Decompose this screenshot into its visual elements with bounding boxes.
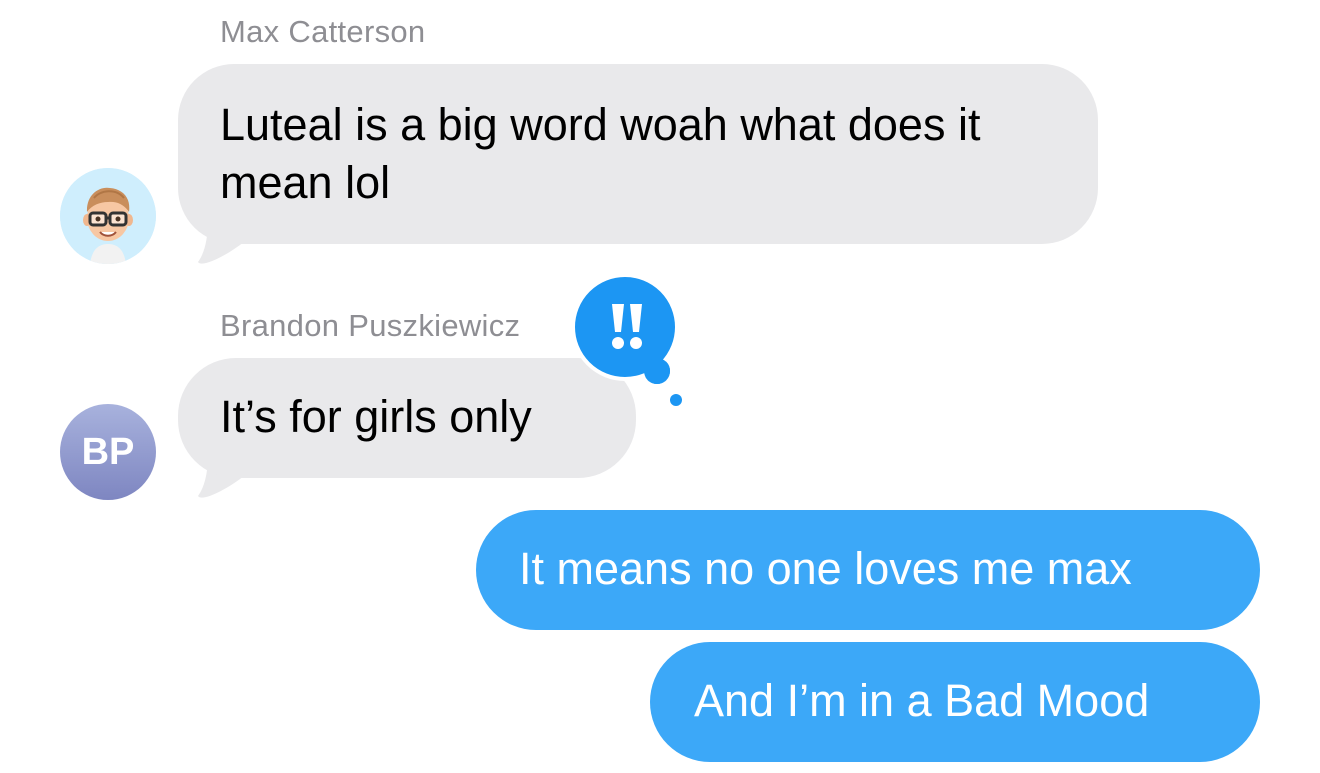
avatar-initials: BP <box>81 430 135 473</box>
message-bubble[interactable]: Luteal is a big word woah what does it m… <box>178 64 1098 244</box>
sender-name: Max Catterson <box>220 14 426 49</box>
message-text: It’s for girls only <box>220 391 532 442</box>
memoji-icon <box>60 168 156 264</box>
exclamation-tapback-icon[interactable] <box>560 270 700 410</box>
initials-avatar[interactable]: BP <box>60 404 156 500</box>
message-text: Luteal is a big word woah what does it m… <box>220 99 981 208</box>
message-bubble[interactable]: And I’m in a Bad Mood <box>650 642 1260 762</box>
sender-name: Brandon Puszkiewicz <box>220 308 521 343</box>
message-text: It means no one loves me max <box>519 543 1132 594</box>
message-text: And I’m in a Bad Mood <box>694 675 1150 726</box>
message-bubble[interactable]: It means no one loves me max <box>476 510 1260 630</box>
message-thread: Max Catterson Luteal is a big word woah … <box>0 0 1320 773</box>
memoji-avatar[interactable] <box>60 168 156 264</box>
